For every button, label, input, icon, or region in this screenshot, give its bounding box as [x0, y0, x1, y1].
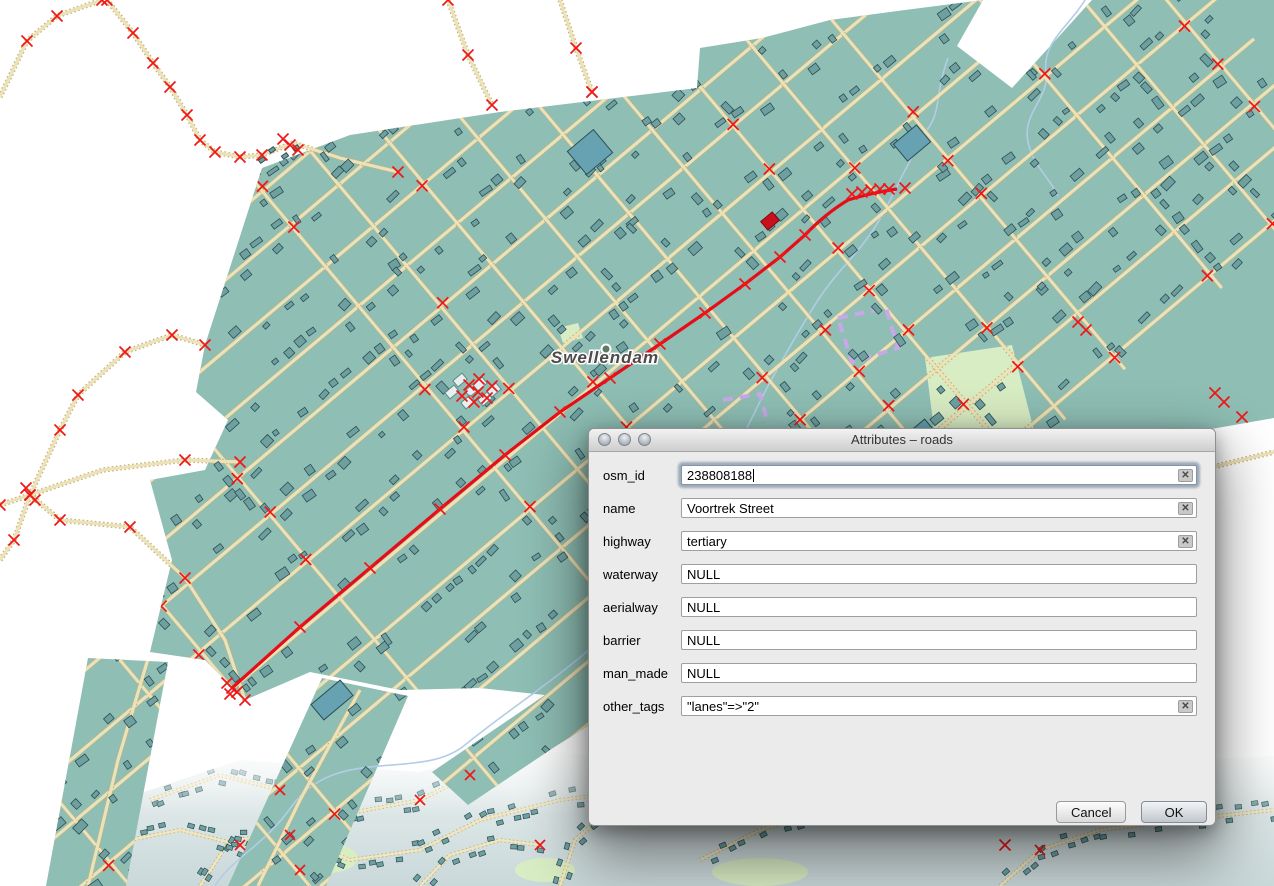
field-label: other_tags — [603, 699, 681, 714]
clear-field-icon[interactable]: ✕ — [1178, 502, 1193, 515]
clear-field-icon[interactable]: ✕ — [1178, 469, 1193, 482]
attribute-row: waterway NULL — [603, 564, 1197, 584]
attribute-row: man_made NULL — [603, 663, 1197, 683]
dialog-titlebar[interactable]: Attributes – roads — [589, 429, 1215, 452]
field-value: NULL — [687, 600, 720, 615]
field-value: NULL — [687, 633, 720, 648]
ok-button[interactable]: OK — [1141, 801, 1207, 823]
field-input-name[interactable]: Voortrek Street ✕ — [681, 498, 1197, 518]
attribute-form: osm_id 238808188 ✕ name Voortrek Street … — [589, 452, 1215, 716]
attribute-row: name Voortrek Street ✕ — [603, 498, 1197, 518]
attributes-dialog: Attributes – roads osm_id 238808188 ✕ na… — [588, 428, 1216, 826]
field-input-osm_id[interactable]: 238808188 ✕ — [681, 465, 1197, 485]
field-input-man_made[interactable]: NULL — [681, 663, 1197, 683]
field-value: NULL — [687, 567, 720, 582]
clear-field-icon[interactable]: ✕ — [1178, 535, 1193, 548]
town-label: Swellendam — [551, 348, 659, 367]
field-value: NULL — [687, 666, 720, 681]
clear-field-icon[interactable]: ✕ — [1178, 700, 1193, 713]
field-label: highway — [603, 534, 681, 549]
field-label: barrier — [603, 633, 681, 648]
field-label: aerialway — [603, 600, 681, 615]
cancel-button[interactable]: Cancel — [1056, 801, 1126, 823]
field-label: waterway — [603, 567, 681, 582]
field-label: osm_id — [603, 468, 681, 483]
field-label: name — [603, 501, 681, 516]
attribute-row: other_tags "lanes"=>"2" ✕ — [603, 696, 1197, 716]
qgis-map-window: Swellendam Attributes – roads osm_id 238… — [0, 0, 1274, 886]
attribute-row: highway tertiary ✕ — [603, 531, 1197, 551]
field-input-other_tags[interactable]: "lanes"=>"2" ✕ — [681, 696, 1197, 716]
attribute-row: osm_id 238808188 ✕ — [603, 465, 1197, 485]
attribute-row: aerialway NULL — [603, 597, 1197, 617]
field-input-waterway[interactable]: NULL — [681, 564, 1197, 584]
field-input-aerialway[interactable]: NULL — [681, 597, 1197, 617]
text-caret — [753, 469, 754, 482]
field-input-barrier[interactable]: NULL — [681, 630, 1197, 650]
field-value: Voortrek Street — [687, 501, 774, 516]
field-value: "lanes"=>"2" — [687, 699, 759, 714]
field-value: tertiary — [687, 534, 727, 549]
attribute-row: barrier NULL — [603, 630, 1197, 650]
field-label: man_made — [603, 666, 681, 681]
dialog-title: Attributes – roads — [589, 429, 1215, 451]
field-value: 238808188 — [687, 468, 752, 483]
field-input-highway[interactable]: tertiary ✕ — [681, 531, 1197, 551]
